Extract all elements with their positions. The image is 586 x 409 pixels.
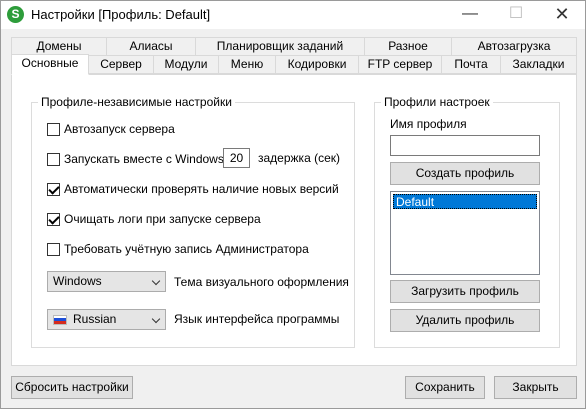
with-windows-option[interactable]: Запускать вместе с Windows — [47, 151, 224, 167]
delete-profile-button[interactable]: Удалить профиль — [390, 309, 540, 332]
tab-aliases[interactable]: Алиасы — [106, 37, 196, 56]
tab-general[interactable]: Основные — [11, 54, 89, 75]
tab-misc[interactable]: Разное — [364, 37, 452, 56]
profiles-list[interactable]: Default — [390, 191, 540, 275]
language-select-value: Russian — [73, 312, 117, 326]
autostart-checkbox[interactable] — [47, 122, 60, 136]
chevron-down-icon — [151, 276, 161, 286]
clear-logs-label: Очищать логи при запуске сервера — [64, 212, 261, 226]
theme-select[interactable]: Windows — [47, 271, 166, 292]
check-updates-checkbox[interactable] — [47, 182, 60, 196]
tab-scheduler[interactable]: Планировщик заданий — [195, 37, 365, 56]
title-bar[interactable]: S Настройки [Профиль: Default] — ☐ ✕ — [1, 1, 585, 29]
language-label: Язык интерфейса программы — [174, 312, 340, 326]
check-updates-option[interactable]: Автоматически проверять наличие новых ве… — [47, 181, 339, 197]
autostart-label: Автозапуск сервера — [64, 122, 175, 136]
with-windows-checkbox[interactable] — [47, 152, 60, 166]
autostart-option[interactable]: Автозапуск сервера — [47, 121, 175, 137]
with-windows-label: Запускать вместе с Windows — [64, 152, 224, 166]
close-window-button[interactable]: ✕ — [539, 1, 585, 29]
profile-name-input[interactable] — [390, 135, 540, 156]
reset-settings-button[interactable]: Сбросить настройки — [11, 376, 133, 399]
tab-menu[interactable]: Меню — [218, 55, 276, 74]
check-updates-label: Автоматически проверять наличие новых ве… — [64, 182, 339, 196]
require-admin-label: Требовать учётную запись Администратора — [64, 242, 309, 256]
settings-window: S Настройки [Профиль: Default] — ☐ ✕ Дом… — [0, 0, 586, 409]
tab-modules[interactable]: Модули — [153, 55, 219, 74]
app-logo-icon: S — [7, 6, 24, 23]
independent-settings-group: Профиле-независимые настройки Автозапуск… — [31, 95, 355, 348]
require-admin-option[interactable]: Требовать учётную запись Администратора — [47, 241, 309, 257]
tab-ftp-server[interactable]: FTP сервер — [358, 55, 442, 74]
tab-mail[interactable]: Почта — [441, 55, 501, 74]
profile-name-label: Имя профиля — [390, 117, 467, 131]
tab-server[interactable]: Сервер — [88, 55, 154, 74]
russia-flag-icon — [53, 314, 67, 325]
minimize-button[interactable]: — — [447, 1, 493, 29]
delay-input[interactable]: 20 — [223, 148, 250, 168]
clear-logs-option[interactable]: Очищать логи при запуске сервера — [47, 211, 261, 227]
general-tab-panel: Профиле-независимые настройки Автозапуск… — [11, 74, 577, 366]
delay-label: задержка (сек) — [258, 151, 340, 165]
profiles-title: Профили настроек — [381, 95, 493, 109]
save-button[interactable]: Сохранить — [405, 376, 485, 399]
window-title: Настройки [Профиль: Default] — [31, 7, 211, 22]
tab-encodings[interactable]: Кодировки — [275, 55, 359, 74]
profiles-group: Профили настроек Имя профиля Создать про… — [374, 95, 560, 348]
independent-settings-title: Профиле-независимые настройки — [38, 95, 235, 109]
create-profile-button[interactable]: Создать профиль — [390, 162, 540, 185]
require-admin-checkbox[interactable] — [47, 242, 60, 256]
clear-logs-checkbox[interactable] — [47, 212, 60, 226]
maximize-button[interactable]: ☐ — [493, 1, 539, 29]
theme-select-value: Windows — [53, 274, 102, 288]
tab-autoload[interactable]: Автозагрузка — [451, 37, 577, 56]
language-select[interactable]: Russian — [47, 309, 166, 330]
tab-bookmarks[interactable]: Закладки — [500, 55, 577, 74]
chevron-down-icon — [151, 314, 161, 324]
theme-label: Тема визуального оформления — [174, 275, 349, 289]
list-item[interactable]: Default — [393, 194, 537, 209]
load-profile-button[interactable]: Загрузить профиль — [390, 280, 540, 303]
close-button[interactable]: Закрыть — [494, 376, 577, 399]
